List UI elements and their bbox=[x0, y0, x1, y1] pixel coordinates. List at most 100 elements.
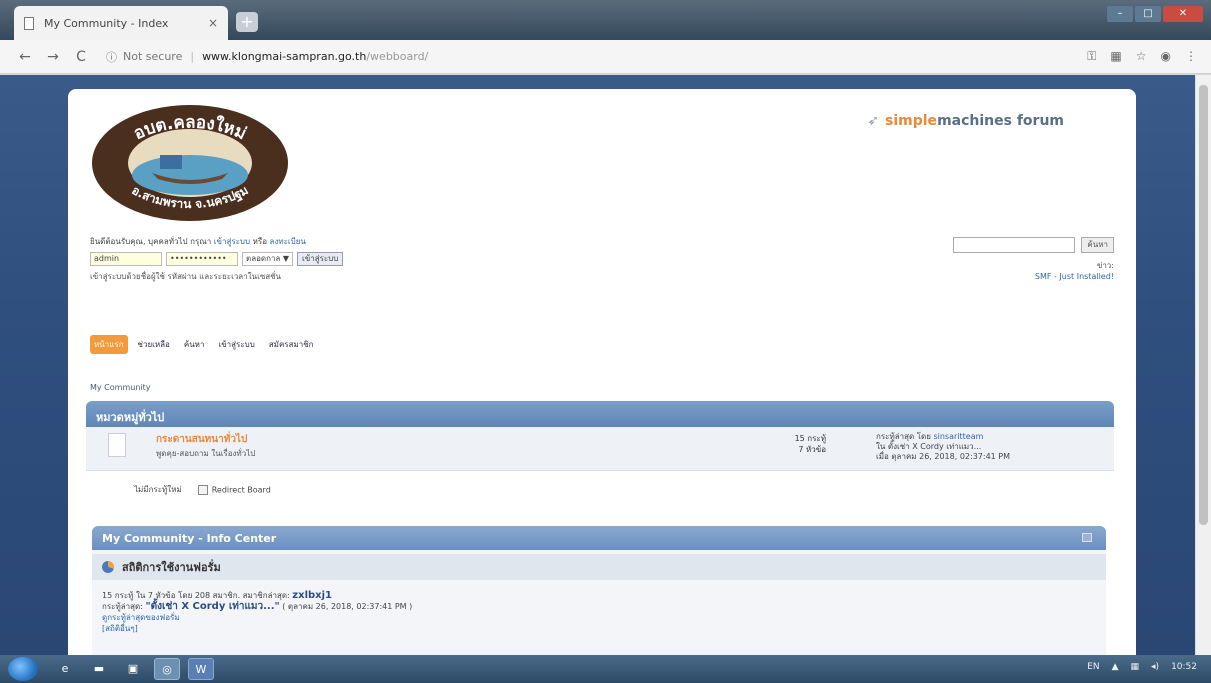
news-item: SMF - Just Installed! bbox=[1034, 272, 1114, 281]
greeting: ยินดีต้อนรับคุณ, บุคคลทั่วไป กรุณา เข้าส… bbox=[90, 235, 343, 248]
board-topics: 7 หัวข้อ bbox=[798, 445, 826, 454]
reload-icon[interactable]: C bbox=[70, 49, 92, 65]
last-post-user[interactable]: sinsaritteam bbox=[933, 432, 983, 441]
last-post-date: เมื่อ ตุลาคม 26, 2018, 02:37:41 PM bbox=[876, 452, 1011, 461]
session-duration-select[interactable]: ตลอดกาล ▼ bbox=[242, 252, 294, 266]
more-stats-link[interactable]: [สถิติอื่นๆ] bbox=[102, 623, 1096, 634]
info-center-title: My Community - Info Center bbox=[102, 532, 277, 545]
legend-redirect-label: Redirect Board bbox=[211, 485, 271, 494]
page-viewport: อบต.คลองใหม่ อ.สามพราน จ.นครปฐม ➶ simplem… bbox=[0, 75, 1195, 655]
back-icon[interactable]: ← bbox=[14, 49, 36, 65]
latest-post-link[interactable]: "ตั้งเช่า X Cordy เท่าแมว..." bbox=[145, 601, 279, 612]
menu-item-help[interactable]: ช่วยเหลือ bbox=[134, 335, 174, 354]
main-menu: หน้าแรก ช่วยเหลือ ค้นหา เข้าสู่ระบบ สมัค… bbox=[90, 335, 318, 354]
login-form: admin •••••••••••• ตลอดกาล ▼ เข้าสู่ระบบ bbox=[90, 252, 344, 266]
search-area: ค้นหา ข่าว: SMF - Just Installed! bbox=[953, 237, 1114, 281]
board-description: พูดคุย-สอบถาม ในเรื่องทั่วไป bbox=[156, 449, 256, 458]
menu-icon[interactable]: ⋮ bbox=[1185, 49, 1197, 64]
recent-posts-link[interactable]: ดูกระทู้ล่าสุดของฟอรั่ม bbox=[102, 612, 1096, 623]
or-text: หรือ bbox=[252, 237, 267, 246]
explorer-icon[interactable]: ▬ bbox=[86, 658, 112, 680]
translate-icon[interactable]: ▦ bbox=[1110, 49, 1121, 64]
windows-taskbar: e ▬ ▣ ◎ W EN ▲ ▦ ◂) 10:52 bbox=[0, 655, 1211, 683]
info-center: My Community - Info Center สถิติการใช้งา… bbox=[92, 526, 1106, 655]
maximize-button[interactable]: □ bbox=[1135, 6, 1161, 22]
brand-rest: machines forum bbox=[937, 113, 1064, 129]
stats-summary: 15 กระทู้ ใน 7 หัวข้อ โดย 208 สมาชิก. สม… bbox=[102, 591, 290, 600]
latest-post-label: กระทู้ล่าสุด: bbox=[102, 602, 143, 611]
clock[interactable]: 10:52 bbox=[1171, 662, 1197, 672]
smf-brand: ➶ simplemachines forum bbox=[867, 113, 1064, 129]
forward-icon[interactable]: → bbox=[42, 49, 64, 65]
forum-container: อบต.คลองใหม่ อ.สามพราน จ.นครปฐม ➶ simplem… bbox=[68, 89, 1136, 655]
menu-item-search[interactable]: ค้นหา bbox=[180, 335, 209, 354]
star-icon[interactable]: ☆ bbox=[1136, 49, 1147, 64]
scrollbar-thumb[interactable] bbox=[1199, 85, 1208, 525]
latest-member-link[interactable]: zxlbxj1 bbox=[292, 590, 332, 601]
breadcrumb[interactable]: My Community bbox=[90, 383, 150, 392]
stats-body: 15 กระทู้ ใน 7 หัวข้อ โดย 208 สมาชิก. สม… bbox=[92, 584, 1106, 640]
info-icon[interactable]: ⓘ bbox=[106, 49, 117, 65]
register-link[interactable]: ลงทะเบียน bbox=[270, 237, 306, 246]
volume-icon[interactable]: ◂) bbox=[1151, 662, 1159, 672]
language-indicator[interactable]: EN bbox=[1087, 662, 1099, 672]
board-name[interactable]: กระดานสนทนาทั่วไป bbox=[156, 432, 247, 447]
menu-item-home[interactable]: หน้าแรก bbox=[90, 335, 128, 354]
media-icon[interactable]: ▣ bbox=[120, 658, 146, 680]
chrome-icon[interactable]: ◎ bbox=[154, 658, 180, 680]
browser-tab[interactable]: My Community - Index × bbox=[14, 6, 228, 40]
stats-heading-text: สถิติการใช้งานฟอรั่ม bbox=[122, 561, 221, 574]
board-stats: 15 กระทู้ 7 หัวข้อ bbox=[766, 433, 826, 455]
tab-close-icon[interactable]: × bbox=[208, 16, 218, 30]
start-button[interactable] bbox=[8, 657, 38, 681]
board-posts: 15 กระทู้ bbox=[794, 434, 826, 443]
last-post-by: โดย bbox=[916, 432, 931, 441]
board-legend: ไม่มีกระทู้ใหม่ Redirect Board bbox=[134, 483, 271, 496]
info-center-header: My Community - Info Center bbox=[92, 526, 1106, 550]
address-bar[interactable]: ⓘ Not secure | www.klongmai-sampran.go.t… bbox=[98, 45, 1087, 69]
redirect-icon bbox=[197, 484, 208, 495]
login-note: เข้าสู่ระบบด้วยชื่อผู้ใช้ รหัสผ่าน และระ… bbox=[90, 272, 282, 281]
network-icon[interactable]: ▦ bbox=[1131, 662, 1140, 672]
page-icon bbox=[24, 16, 34, 30]
board-status-icon bbox=[108, 433, 126, 457]
security-label: Not secure bbox=[123, 50, 183, 63]
login-link[interactable]: เข้าสู่ระบบ bbox=[214, 237, 250, 246]
profile-icon[interactable]: ◉ bbox=[1161, 49, 1171, 64]
url-path: /webboard/ bbox=[366, 50, 429, 63]
board-last-post: กระทู้ล่าสุด โดย sinsaritteam ใน ตั้งเช่… bbox=[876, 432, 1010, 462]
password-input[interactable]: •••••••••••• bbox=[166, 252, 238, 266]
browser-toolbar: ← → C ⓘ Not secure | www.klongmai-sampra… bbox=[0, 40, 1211, 74]
last-post-topic[interactable]: ใน ตั้งเช่า X Cordy เท่าแมว... bbox=[876, 442, 1010, 452]
system-tray: EN ▲ ▦ ◂) 10:52 bbox=[1087, 662, 1197, 672]
login-button[interactable]: เข้าสู่ระบบ bbox=[297, 252, 344, 266]
search-input[interactable] bbox=[953, 237, 1076, 253]
address-separator: | bbox=[190, 50, 195, 63]
legend-redirect: Redirect Board bbox=[197, 484, 271, 495]
url-host: www.klongmai-sampran.go.th bbox=[202, 50, 367, 63]
username-input[interactable]: admin bbox=[90, 252, 162, 266]
ie-icon[interactable]: e bbox=[52, 658, 78, 680]
minimize-button[interactable]: – bbox=[1107, 6, 1133, 22]
tray-expand-icon[interactable]: ▲ bbox=[1112, 662, 1119, 672]
search-button[interactable]: ค้นหา bbox=[1081, 237, 1114, 253]
user-area: ยินดีต้อนรับคุณ, บุคคลทั่วไป กรุณา เข้าส… bbox=[90, 235, 344, 283]
collapse-icon[interactable] bbox=[1082, 533, 1092, 542]
tab-title: My Community - Index bbox=[44, 16, 169, 30]
site-logo: อบต.คลองใหม่ อ.สามพราน จ.นครปฐม bbox=[92, 105, 288, 221]
stats-pie-icon bbox=[102, 561, 114, 573]
menu-item-login[interactable]: เข้าสู่ระบบ bbox=[214, 335, 258, 354]
word-icon[interactable]: W bbox=[188, 658, 214, 680]
smf-logo-icon: ➶ bbox=[867, 113, 880, 129]
legend-no-new: ไม่มีกระทู้ใหม่ bbox=[134, 485, 182, 494]
brand-simple: simple bbox=[885, 113, 938, 129]
latest-post-date: ( ตุลาคม 26, 2018, 02:37:41 PM ) bbox=[282, 602, 413, 611]
window-close-button[interactable]: ✕ bbox=[1163, 6, 1203, 22]
category-header[interactable]: หมวดหมู่ทั่วไป bbox=[86, 401, 1114, 427]
key-icon[interactable]: ⚿ bbox=[1087, 49, 1096, 64]
toolbar-icons: ⚿ ▦ ☆ ◉ ⋮ bbox=[1087, 49, 1197, 64]
page-scrollbar[interactable] bbox=[1195, 75, 1211, 655]
menu-item-register[interactable]: สมัครสมาชิก bbox=[265, 335, 318, 354]
new-tab-button[interactable]: + bbox=[236, 12, 258, 32]
browser-tab-strip: My Community - Index × + – □ ✕ bbox=[0, 0, 1211, 40]
